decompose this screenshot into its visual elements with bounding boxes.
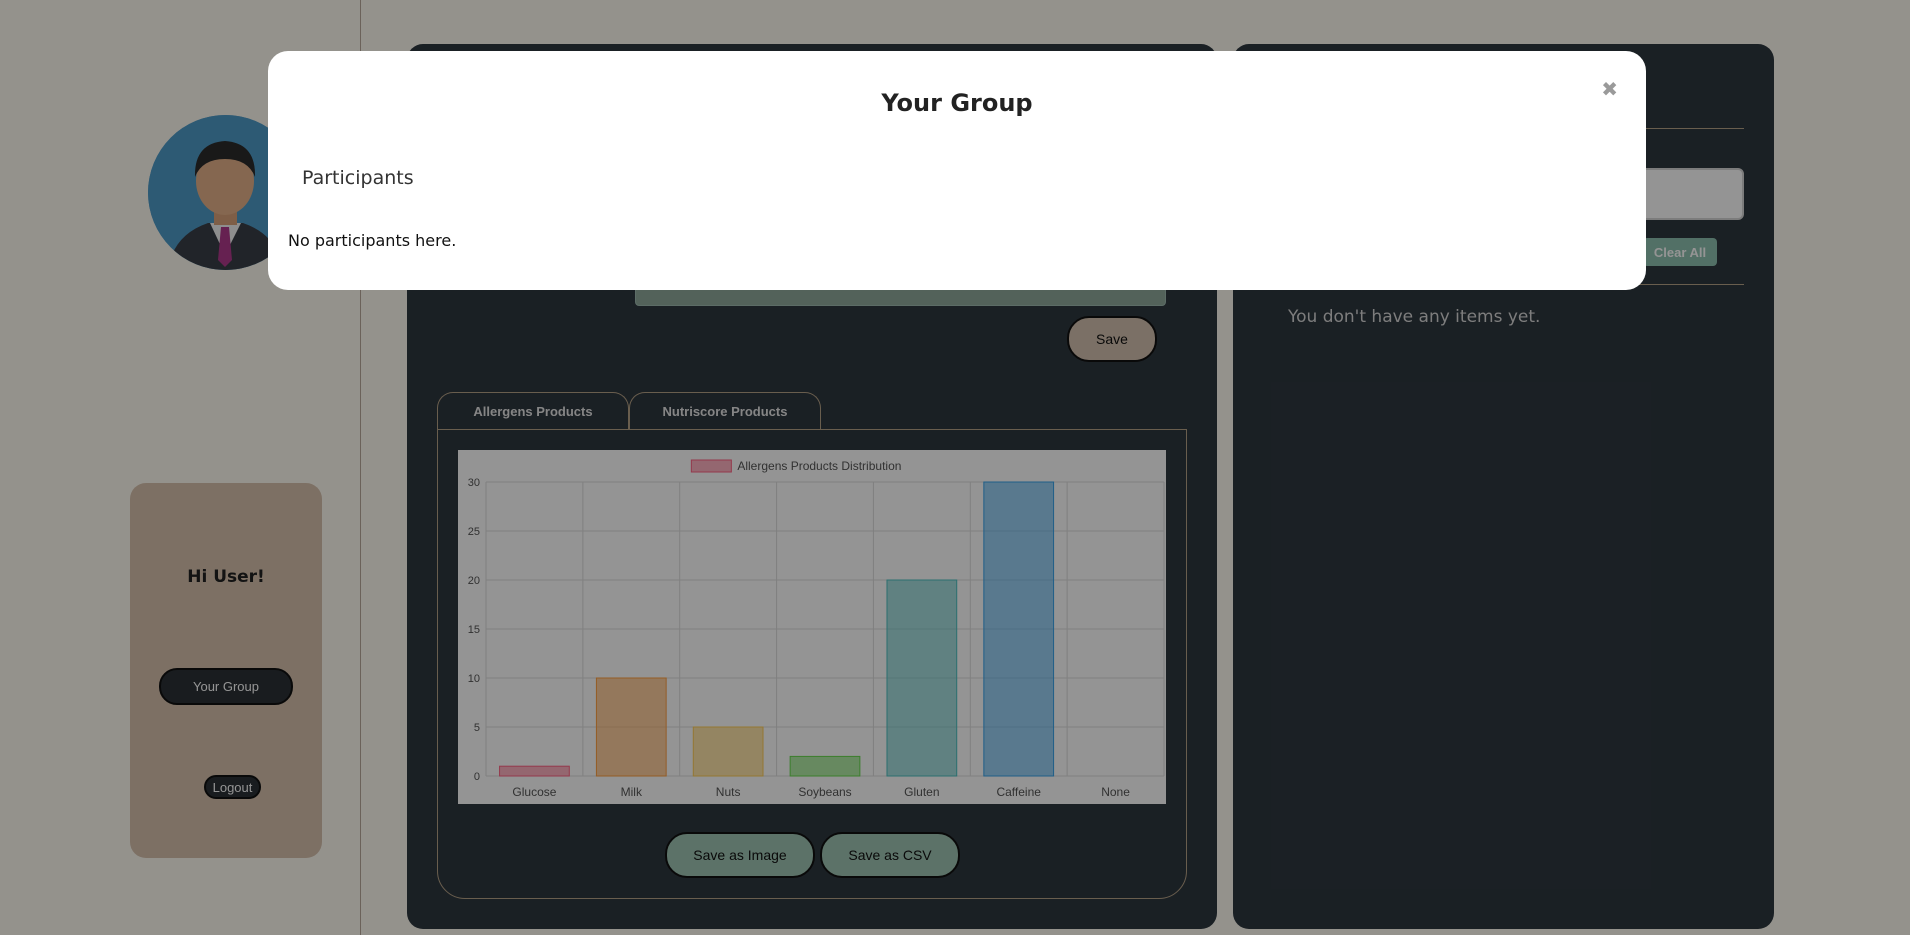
- modal-title: Your Group: [881, 89, 1033, 117]
- close-icon[interactable]: ✖: [1601, 77, 1618, 101]
- participants-heading: Participants: [302, 167, 414, 189]
- group-modal: Your Group ✖ Participants No participant…: [268, 51, 1646, 290]
- no-participants-message: No participants here.: [288, 231, 457, 250]
